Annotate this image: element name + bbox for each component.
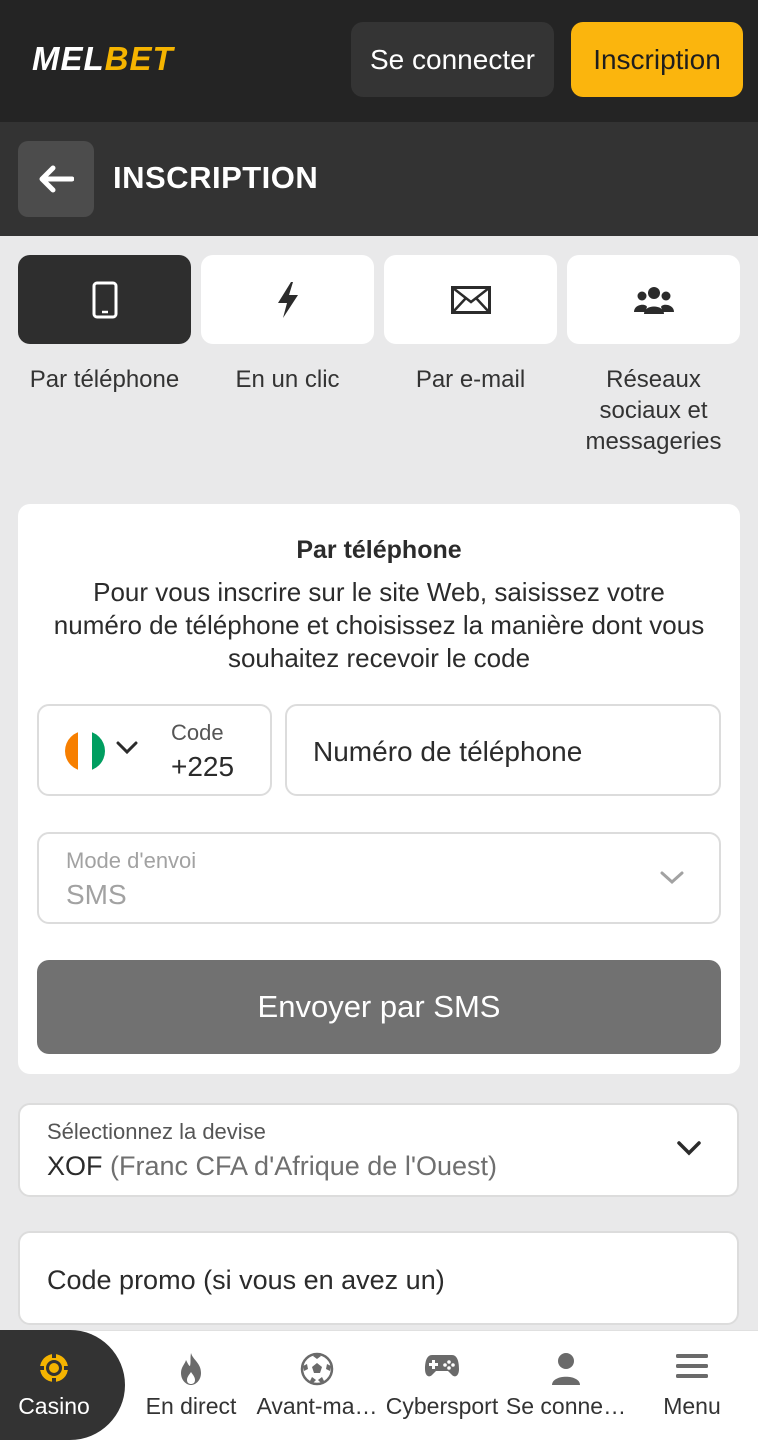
nav-label-sign-in: Se conne… <box>505 1393 627 1419</box>
tab-label-one-click: En un clic <box>235 366 340 393</box>
promo-code-input[interactable]: Code promo (si vous en avez un) <box>18 1231 739 1325</box>
nav-label-casino: Casino <box>18 1393 90 1419</box>
logo-text-mel: MEL <box>32 40 105 77</box>
top-bar: MELBET Se connecter Inscription <box>0 0 758 122</box>
casino-chip-icon <box>39 1353 69 1383</box>
currency-value: XOF (Franc CFA d'Afrique de l'Ouest) <box>47 1151 497 1182</box>
tab-one-click[interactable] <box>201 255 374 344</box>
nav-cybersport[interactable]: Cybersport <box>382 1330 502 1440</box>
gamepad-icon <box>425 1355 459 1377</box>
currency-name: (Franc CFA d'Afrique de l'Ouest) <box>110 1151 497 1181</box>
nav-label-cybersport: Cybersport <box>385 1393 499 1419</box>
tab-by-phone[interactable] <box>18 255 191 344</box>
register-button[interactable]: Inscription <box>571 22 743 97</box>
form-title: Par téléphone <box>296 536 462 564</box>
tab-label-social: Réseaux sociaux et messageries <box>585 366 722 455</box>
currency-label: Sélectionnez la devise <box>47 1119 266 1144</box>
currency-select[interactable]: Sélectionnez la devise XOF (Franc CFA d'… <box>18 1103 739 1197</box>
users-icon <box>633 286 674 314</box>
login-button[interactable]: Se connecter <box>351 22 554 97</box>
nav-casino[interactable]: Casino <box>0 1330 125 1440</box>
code-label: Code <box>171 720 224 745</box>
flame-icon <box>181 1353 201 1385</box>
lightning-icon <box>277 281 298 318</box>
melbet-logo[interactable]: MELBET <box>32 40 174 78</box>
phone-number-placeholder: Numéro de téléphone <box>313 736 583 767</box>
send-mode-label: Mode d'envoi <box>66 848 197 873</box>
hamburger-menu-icon <box>676 1354 708 1378</box>
nav-live[interactable]: En direct <box>130 1330 252 1440</box>
smartphone-icon <box>92 281 117 318</box>
code-value: +225 <box>171 751 235 782</box>
tab-label-by-phone: Par téléphone <box>29 366 180 393</box>
phone-registration-card: Par téléphone Pour vous inscrire sur le … <box>18 504 740 1074</box>
nav-label-prematch: Avant-ma… <box>256 1393 378 1419</box>
send-sms-button[interactable]: Envoyer par SMS <box>37 960 721 1054</box>
logo-text-bet: BET <box>104 40 174 77</box>
phone-number-input[interactable]: Numéro de téléphone <box>285 704 721 796</box>
section-header: INSCRIPTION <box>0 122 758 236</box>
chevron-down-icon <box>677 1141 701 1156</box>
form-description: Pour vous inscrire sur le site Web, sais… <box>53 577 705 673</box>
country-code-selector[interactable]: Code +225 <box>37 704 272 796</box>
back-button[interactable] <box>18 141 94 217</box>
send-mode-value: SMS <box>66 879 127 910</box>
tab-social[interactable] <box>567 255 740 344</box>
promo-code-placeholder: Code promo (si vous en avez un) <box>47 1265 445 1295</box>
chevron-down-icon <box>116 741 138 755</box>
ivory-coast-flag-icon <box>65 731 105 771</box>
send-mode-select[interactable]: Mode d'envoi SMS <box>37 832 721 924</box>
nav-menu[interactable]: Menu <box>630 1330 754 1440</box>
nav-prematch[interactable]: Avant-ma… <box>254 1330 380 1440</box>
page-title: INSCRIPTION <box>113 160 319 195</box>
tab-label-by-email: Par e-mail <box>415 366 526 393</box>
nav-label-live: En direct <box>145 1393 237 1419</box>
user-icon <box>552 1353 580 1385</box>
nav-sign-in[interactable]: Se conne… <box>504 1330 628 1440</box>
arrow-left-icon <box>39 165 74 193</box>
currency-code: XOF <box>47 1151 103 1181</box>
soccer-ball-icon <box>300 1352 334 1386</box>
envelope-icon <box>450 285 491 314</box>
chevron-down-icon <box>660 871 684 885</box>
nav-label-menu: Menu <box>663 1393 721 1419</box>
tab-by-email[interactable] <box>384 255 557 344</box>
